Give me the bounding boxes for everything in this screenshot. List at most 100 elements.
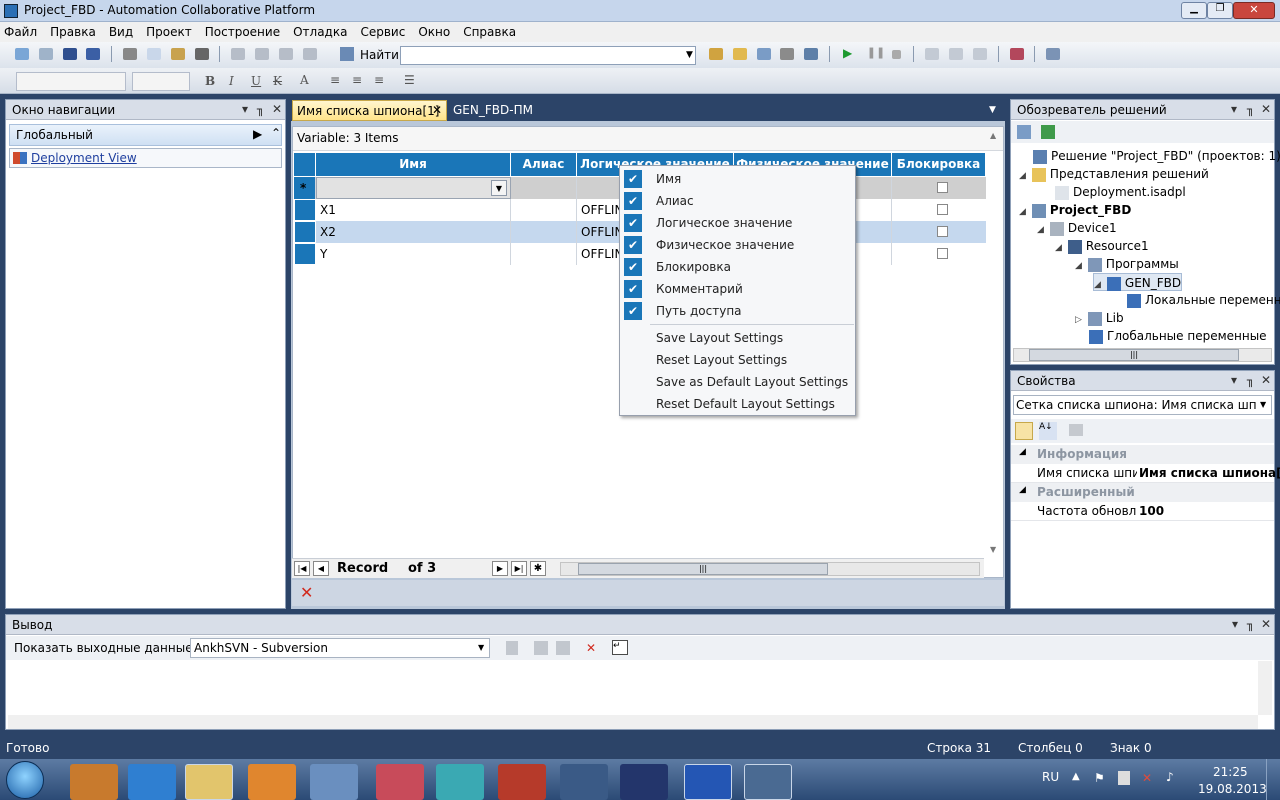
panel-menu-icon[interactable]: ▾ — [1231, 102, 1237, 116]
taskbar-disc-icon[interactable] — [436, 764, 484, 800]
word-wrap-icon[interactable]: ↵ — [612, 640, 628, 655]
play-icon[interactable]: ▶ — [839, 46, 857, 62]
prev-message-icon[interactable] — [534, 641, 548, 655]
chevron-down-icon[interactable]: ▼ — [478, 643, 484, 652]
first-record-button[interactable]: |◀ — [294, 561, 310, 576]
taskbar-maxpack-icon[interactable] — [498, 764, 546, 800]
taskbar-tool-icon[interactable] — [376, 764, 424, 800]
output-vscroll[interactable] — [1258, 661, 1272, 715]
cell-alias[interactable] — [511, 221, 577, 243]
expand-arrow-icon[interactable]: ◢ — [1094, 280, 1101, 290]
lock-checkbox[interactable] — [937, 248, 948, 259]
tree-item[interactable]: Deployment.isadpl — [1041, 183, 1186, 201]
underline-icon[interactable]: U — [251, 74, 261, 88]
language-indicator[interactable]: RU — [1042, 770, 1059, 784]
breakpoint-icon[interactable] — [1008, 46, 1026, 62]
expand-arrow-icon[interactable]: ◢ — [1037, 225, 1044, 235]
pin-icon[interactable]: ╖ — [257, 102, 264, 116]
cut-icon[interactable] — [121, 46, 139, 62]
new-row-alias[interactable] — [511, 177, 577, 199]
collapse-arrow-icon[interactable]: ◢ — [1019, 485, 1026, 495]
expand-arrow-icon[interactable]: ◢ — [1019, 171, 1026, 181]
volume-icon[interactable]: ♪ — [1166, 770, 1174, 784]
show-hidden-icons[interactable]: ▲ — [1072, 771, 1080, 782]
menu-toggle-column[interactable]: ✔ Физическое значение — [620, 234, 856, 256]
tree-item[interactable]: Глобальные переменные — [1075, 327, 1267, 345]
sort-alpha-icon[interactable]: A↓ — [1039, 422, 1057, 440]
menu-toggle-column[interactable]: ✔ Блокировка — [620, 256, 856, 278]
window-icon[interactable] — [755, 46, 773, 62]
pin-icon[interactable]: ╖ — [1247, 373, 1254, 387]
cell-alias[interactable] — [511, 243, 577, 265]
menu-toggle-column[interactable]: ✔ Имя — [620, 168, 856, 190]
menu-item-3[interactable]: Проект — [146, 25, 192, 39]
menu-item-7[interactable]: Окно — [418, 25, 450, 39]
panel-close-icon[interactable]: ✕ — [1261, 102, 1271, 116]
row-selector[interactable] — [294, 243, 316, 265]
build-icon[interactable] — [802, 46, 820, 62]
align-center-icon[interactable]: ≡ — [352, 73, 362, 87]
copy-icon[interactable] — [145, 46, 163, 62]
panel-close-icon[interactable]: ✕ — [272, 102, 282, 116]
open-folder-icon[interactable] — [731, 46, 749, 62]
menu-toggle-column[interactable]: ✔ Логическое значение — [620, 212, 856, 234]
start-button[interactable] — [6, 761, 44, 799]
expand-arrow-icon[interactable]: ◢ — [1055, 243, 1062, 253]
taskbar-kmp-icon[interactable] — [560, 764, 608, 800]
menu-item-4[interactable]: Построение — [205, 25, 280, 39]
expand-arrow-icon[interactable]: ▷ — [1075, 315, 1082, 325]
menu-toggle-column[interactable]: ✔ Комментарий — [620, 278, 856, 300]
output-source-select[interactable]: AnkhSVN - Subversion ▼ — [190, 638, 490, 658]
panel-menu-icon[interactable]: ▾ — [1232, 617, 1238, 631]
refresh-icon[interactable] — [1041, 125, 1055, 139]
tree-item[interactable]: ◢ Программы — [1075, 255, 1179, 273]
menu-item-0[interactable]: Файл — [4, 25, 37, 39]
clear-all-icon[interactable]: ✕ — [586, 641, 600, 655]
delete-icon[interactable] — [193, 46, 211, 62]
nav-item-label[interactable]: Deployment View — [31, 151, 137, 165]
taskbar-acp-icon[interactable] — [744, 764, 792, 800]
col-header-name[interactable]: Имя — [316, 153, 511, 176]
object-selector[interactable]: Сетка списка шпиона: Имя списка шпиона ▼ — [1013, 395, 1272, 415]
tree-item[interactable]: ◢ Представления решений — [1019, 165, 1209, 183]
category-extended[interactable]: ◢ Расширенный — [1011, 483, 1274, 502]
category-info[interactable]: ◢ Информация — [1011, 445, 1274, 464]
vertical-scroll-down-icon[interactable]: ▼ — [990, 545, 996, 554]
collapse-icon[interactable]: ⌃ — [271, 126, 281, 140]
col-header-alias[interactable]: Алиас — [511, 153, 577, 176]
new-project-icon[interactable] — [13, 46, 31, 62]
row-selector[interactable] — [294, 221, 316, 243]
col-header-lock[interactable]: Блокировка — [892, 153, 986, 176]
font-color-icon[interactable]: A — [300, 73, 309, 87]
refresh-rate-value[interactable]: 100 — [1139, 504, 1164, 518]
expand-arrow-icon[interactable]: ◢ — [1075, 261, 1082, 271]
panel-menu-icon[interactable]: ▾ — [242, 102, 248, 116]
close-button[interactable]: ✕ — [1233, 2, 1275, 19]
vertical-scroll-up-icon[interactable]: ▲ — [990, 131, 996, 140]
device-icon[interactable] — [1118, 771, 1130, 785]
menu-item-layout-action[interactable]: Save as Default Layout Settings — [620, 371, 856, 393]
solution-hscroll-thumb[interactable]: ||| — [1029, 349, 1239, 361]
menu-item-6[interactable]: Сервис — [360, 25, 405, 39]
tools-icon[interactable] — [778, 46, 796, 62]
panel-close-icon[interactable]: ✕ — [1261, 373, 1271, 387]
cell-name[interactable]: X1 — [316, 199, 511, 221]
menu-toggle-column[interactable]: ✔ Алиас — [620, 190, 856, 212]
restore-button[interactable]: ❐ — [1207, 2, 1233, 19]
bold-icon[interactable]: B — [205, 74, 215, 88]
menu-item-8[interactable]: Справка — [463, 25, 516, 39]
align-left-icon[interactable]: ≡ — [330, 73, 340, 87]
expand-arrow-icon[interactable]: ◢ — [1019, 207, 1026, 217]
nav-item-deployment[interactable]: Deployment View — [9, 148, 282, 168]
tab-gen-fbd[interactable]: GEN_FBD-ПМ — [451, 100, 541, 121]
properties-icon[interactable] — [1017, 125, 1031, 139]
taskbar-app-icon[interactable] — [70, 764, 118, 800]
menu-item-2[interactable]: Вид — [109, 25, 133, 39]
tab-watch-list[interactable]: Имя списка шпиона[1] ✕ — [292, 100, 447, 121]
find-in-files-icon[interactable] — [707, 46, 725, 62]
menu-item-layout-action[interactable]: Reset Default Layout Settings — [620, 393, 856, 415]
taskbar-media-icon[interactable] — [248, 764, 296, 800]
row-selector[interactable] — [294, 199, 316, 221]
taskbar-explorer-icon[interactable] — [185, 764, 233, 800]
add-item-icon[interactable] — [37, 46, 55, 62]
